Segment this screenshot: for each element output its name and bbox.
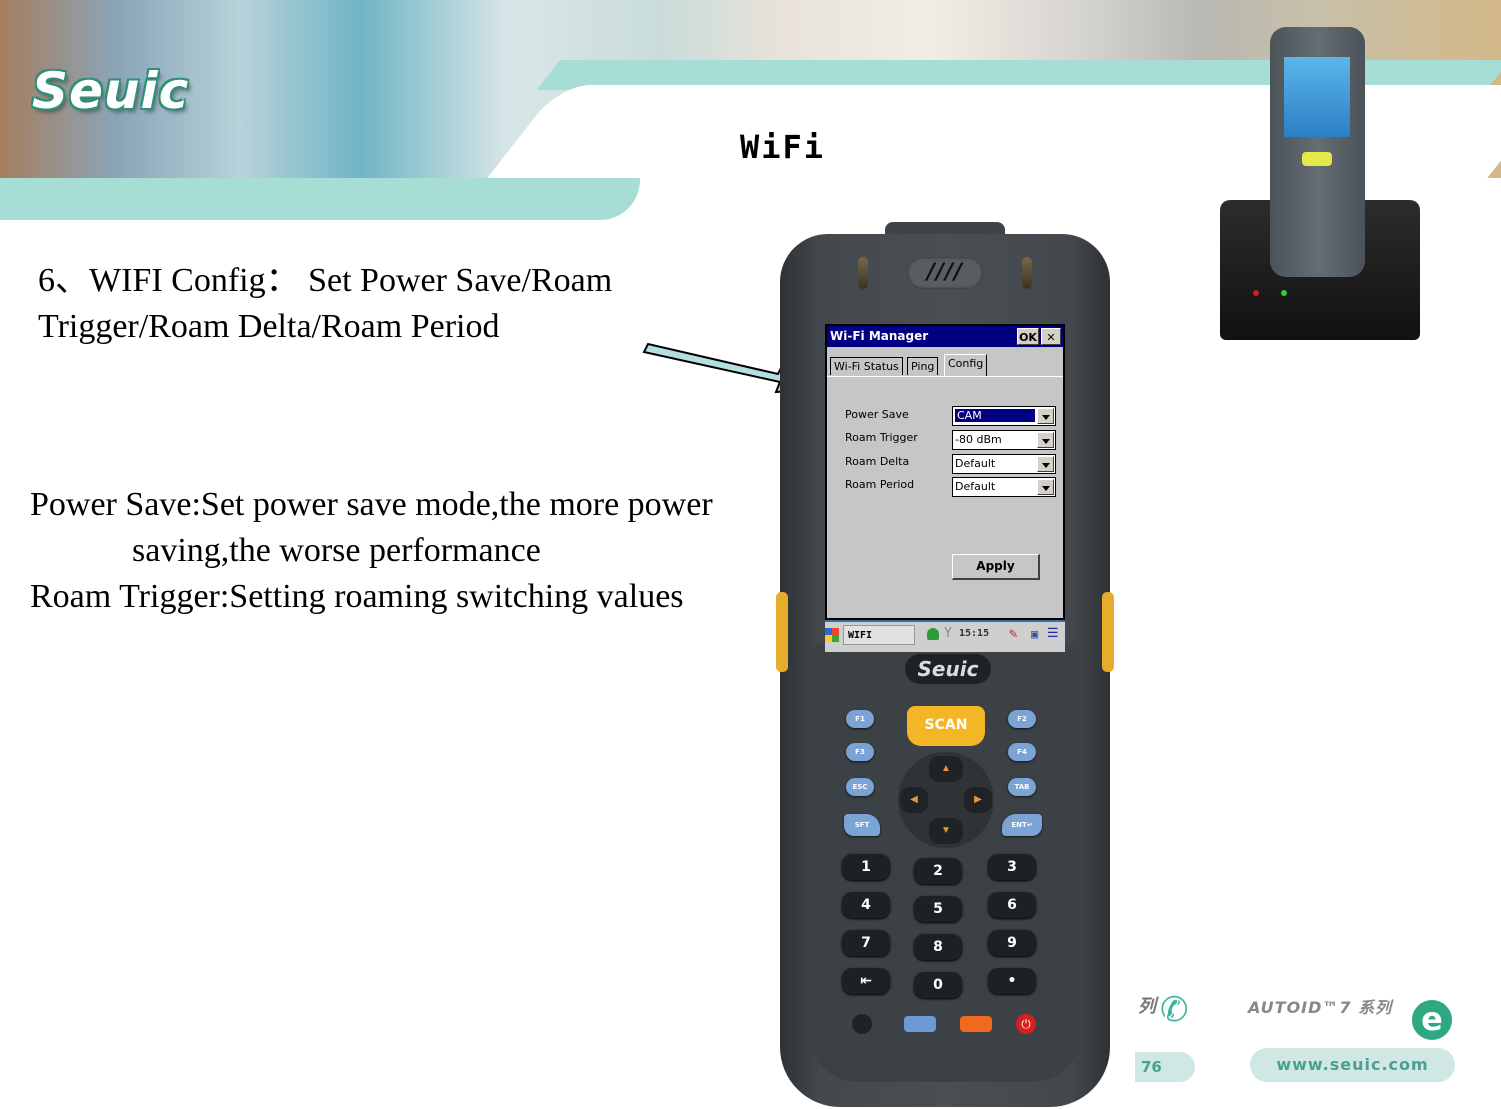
desktop-icon[interactable]: ☰ — [1047, 626, 1059, 641]
cradle-screen — [1284, 57, 1350, 137]
tab-divider — [827, 376, 1063, 377]
wifi-manager-window: Wi-Fi Manager OK ✕ Wi-Fi Status Ping Con… — [827, 326, 1063, 618]
banner-band — [0, 178, 640, 220]
power-save-value: CAM — [954, 408, 1036, 423]
key-f3[interactable]: F3 — [846, 743, 874, 761]
key-f4[interactable]: F4 — [1008, 743, 1036, 761]
cradle-handheld — [1270, 27, 1365, 277]
chevron-down-icon[interactable] — [1037, 479, 1054, 495]
key-1[interactable]: 1 — [842, 854, 890, 880]
key-scan[interactable]: SCAN — [907, 706, 985, 746]
key-0[interactable]: 0 — [914, 972, 962, 998]
speaker-grille: //// — [907, 257, 983, 289]
key-6[interactable]: 6 — [988, 892, 1036, 918]
dpad-down-key[interactable]: ▼ — [929, 818, 963, 844]
roam-trigger-select[interactable]: -80 dBm — [952, 430, 1056, 450]
roam-period-select[interactable]: Default — [952, 477, 1056, 497]
roam-delta-select[interactable]: Default — [952, 454, 1056, 474]
cradle-led-green — [1281, 290, 1287, 296]
network-status-icon[interactable] — [927, 628, 939, 640]
cradle-led-red — [1253, 290, 1259, 296]
key-8[interactable]: 8 — [914, 934, 962, 960]
key-f2[interactable]: F2 — [1008, 710, 1036, 728]
power-icon[interactable]: ⏻ — [1016, 1014, 1036, 1034]
series-label-fragment: 列 — [1138, 996, 1156, 1017]
taskbar: WIFI Y 15:15 ✎ ▣ ☰ — [825, 620, 1065, 652]
tab-bar: Wi-Fi Status Ping Config — [830, 354, 1060, 376]
key-4[interactable]: 4 — [842, 892, 890, 918]
apply-button[interactable]: Apply — [952, 554, 1040, 580]
phone-icon: ✆ — [1160, 992, 1189, 1029]
window-title: Wi-Fi Manager — [830, 329, 929, 343]
orange-function-key[interactable] — [960, 1016, 992, 1032]
signal-antenna-icon[interactable]: Y — [944, 626, 952, 641]
key-esc[interactable]: ESC — [846, 778, 874, 796]
dpad-right-key[interactable]: ▶ — [964, 787, 992, 813]
device-screen: Wi-Fi Manager OK ✕ Wi-Fi Status Ping Con… — [825, 324, 1065, 652]
close-button[interactable]: ✕ — [1041, 328, 1061, 345]
taskbar-clock[interactable]: 15:15 — [959, 628, 989, 639]
chevron-down-icon[interactable] — [1037, 408, 1054, 424]
roam-trigger-value: -80 dBm — [955, 433, 1002, 446]
chevron-down-icon[interactable] — [1037, 456, 1054, 472]
heading-line: 6、WIFI Config： Set Power Save/Roam — [38, 262, 613, 299]
roam-trigger-label: Roam Trigger — [845, 431, 918, 444]
key-2[interactable]: 2 — [914, 858, 962, 884]
device-brand-label: Seuic — [905, 654, 991, 684]
sync-icon[interactable]: ▣ — [1031, 627, 1038, 641]
roam-delta-label: Roam Delta — [845, 455, 910, 468]
cradle-device-image — [1215, 25, 1425, 345]
tab-config[interactable]: Config — [944, 354, 988, 376]
input-pen-icon[interactable]: ✎ — [1009, 626, 1017, 642]
slide-title: WiFi — [740, 128, 826, 166]
dpad-up-key[interactable]: ▲ — [929, 756, 963, 782]
desc-power-save-cont: saving,the worse performance — [132, 532, 541, 569]
key-5[interactable]: 5 — [914, 896, 962, 922]
autoid-label: AUTOID™7 系列 — [1248, 998, 1393, 1017]
power-save-select[interactable]: CAM — [952, 406, 1056, 426]
website-link[interactable]: www.seuic.com — [1250, 1048, 1455, 1082]
key-f1[interactable]: F1 — [846, 710, 874, 728]
dpad: ▲ ▼ ◀ ▶ — [898, 752, 994, 848]
indicator-led-left — [858, 257, 868, 289]
heading-line: Trigger/Roam Delta/Roam Period — [38, 308, 500, 345]
side-scan-button-left[interactable] — [776, 592, 788, 672]
desc-roam-trigger: Roam Trigger:Setting roaming switching v… — [30, 578, 684, 615]
backlight-key[interactable] — [852, 1014, 872, 1034]
key-dot[interactable]: • — [988, 968, 1036, 994]
ok-button[interactable]: OK — [1017, 328, 1039, 345]
window-titlebar: Wi-Fi Manager OK ✕ — [827, 326, 1063, 347]
cradle-scan-key — [1302, 152, 1332, 166]
key-9[interactable]: 9 — [988, 930, 1036, 956]
key-7[interactable]: 7 — [842, 930, 890, 956]
indicator-led-right — [1022, 257, 1032, 289]
chevron-down-icon[interactable] — [1037, 432, 1054, 448]
start-flag-icon[interactable] — [825, 628, 839, 642]
key-3[interactable]: 3 — [988, 854, 1036, 880]
tab-ping[interactable]: Ping — [907, 357, 939, 375]
key-shift[interactable]: SFT — [844, 814, 880, 836]
dpad-left-key[interactable]: ◀ — [900, 787, 928, 813]
power-save-label: Power Save — [845, 408, 909, 421]
roam-period-value: Default — [955, 480, 996, 493]
key-backspace[interactable]: ⇤ — [842, 968, 890, 994]
phone-number-fragment: 76 — [1135, 1052, 1195, 1082]
browser-e-icon: e — [1412, 1000, 1452, 1040]
desc-power-save: Power Save:Set power save mode,the more … — [30, 486, 713, 523]
seuic-logo: Seuic — [32, 62, 190, 120]
handheld-device: //// Wi-Fi Manager OK ✕ Wi-Fi Status Pin… — [776, 222, 1114, 1107]
tab-wifi-status[interactable]: Wi-Fi Status — [830, 357, 903, 375]
roam-delta-value: Default — [955, 457, 996, 470]
blue-function-key[interactable] — [904, 1016, 936, 1032]
key-enter[interactable]: ENT↵ — [1002, 814, 1042, 836]
taskbar-wifi-button[interactable]: WIFI — [843, 625, 915, 645]
key-tab[interactable]: TAB — [1008, 778, 1036, 796]
description: Power Save:Set power save mode,the more … — [30, 482, 810, 620]
side-scan-button-right[interactable] — [1102, 592, 1114, 672]
roam-period-label: Roam Period — [845, 478, 915, 491]
config-heading: 6、WIFI Config： Set Power Save/Roam Trigg… — [38, 258, 738, 350]
